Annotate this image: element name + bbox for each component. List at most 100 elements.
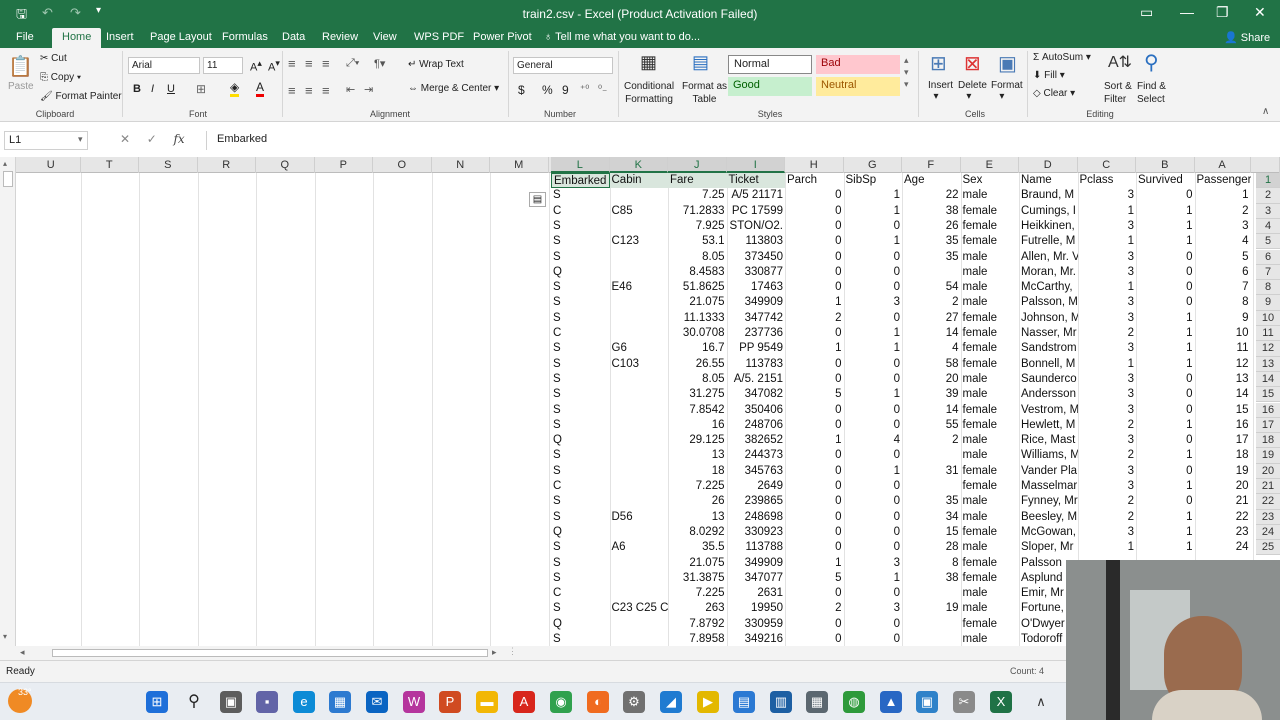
tab-wps-pdf[interactable]: WPS PDF bbox=[414, 31, 464, 43]
table-cell[interactable]: 71.2833 bbox=[668, 204, 727, 219]
table-cell[interactable]: 38 bbox=[902, 571, 961, 586]
table-cell[interactable]: 6 bbox=[1195, 265, 1251, 280]
tab-file[interactable]: File bbox=[16, 31, 34, 43]
table-cell[interactable]: female bbox=[961, 418, 1020, 433]
autosum-button[interactable]: Σ AutoSum ▾ bbox=[1033, 52, 1091, 63]
table-cell[interactable]: D56 bbox=[610, 510, 669, 525]
table-cell[interactable]: 3 bbox=[1078, 341, 1137, 356]
format-painter-button[interactable]: 🖌 Format Painter bbox=[40, 91, 122, 102]
align-middle-icon[interactable]: ≡ bbox=[305, 56, 313, 71]
table-cell[interactable]: female bbox=[961, 234, 1020, 249]
table-cell[interactable]: female bbox=[961, 617, 1020, 632]
row-header[interactable]: 3 bbox=[1256, 203, 1280, 219]
table-cell[interactable]: 113803 bbox=[727, 234, 786, 249]
table-cell[interactable]: 12 bbox=[1195, 357, 1251, 372]
column-header-n[interactable]: N bbox=[432, 157, 490, 173]
header-cell[interactable]: Name bbox=[1019, 173, 1078, 188]
vertical-scroll-thumb[interactable] bbox=[3, 171, 13, 187]
photos-icon[interactable]: ▲ bbox=[880, 691, 902, 713]
table-cell[interactable]: male bbox=[961, 295, 1020, 310]
column-header-b[interactable]: B bbox=[1136, 157, 1195, 173]
table-cell[interactable]: 38 bbox=[902, 204, 961, 219]
table-cell[interactable]: 1 bbox=[1136, 540, 1195, 555]
table-cell[interactable]: Hewlett, M bbox=[1019, 418, 1078, 433]
table-cell[interactable]: 7.8792 bbox=[668, 617, 727, 632]
table-cell[interactable]: 0 bbox=[785, 204, 844, 219]
row-header[interactable]: 5 bbox=[1256, 234, 1280, 250]
table-cell[interactable]: 0 bbox=[844, 265, 903, 280]
scroll-down-icon[interactable]: ▾ bbox=[3, 632, 7, 641]
table-cell[interactable]: 373450 bbox=[727, 250, 786, 265]
column-header-h[interactable]: H bbox=[785, 157, 844, 173]
table-cell[interactable]: 34 bbox=[902, 510, 961, 525]
table-cell[interactable]: 349909 bbox=[727, 556, 786, 571]
table-cell[interactable]: male bbox=[961, 510, 1020, 525]
table-cell[interactable]: C85 bbox=[610, 204, 669, 219]
table-cell[interactable]: 3 bbox=[1078, 219, 1137, 234]
table-cell[interactable]: 14 bbox=[902, 403, 961, 418]
table-cell[interactable]: 113783 bbox=[727, 357, 786, 372]
table-cell[interactable]: 113788 bbox=[727, 540, 786, 555]
table-cell[interactable]: 14 bbox=[902, 326, 961, 341]
row-header[interactable]: 16 bbox=[1256, 402, 1280, 418]
column-header-s[interactable]: S bbox=[139, 157, 198, 173]
column-header-o[interactable]: O bbox=[373, 157, 432, 173]
style-normal[interactable]: Normal bbox=[728, 55, 812, 74]
table-cell[interactable]: 1 bbox=[785, 556, 844, 571]
table-cell[interactable]: male bbox=[961, 188, 1020, 203]
table-cell[interactable]: S bbox=[551, 250, 610, 265]
store-icon[interactable]: ▦ bbox=[329, 691, 351, 713]
table-cell[interactable]: 0 bbox=[785, 234, 844, 249]
header-cell[interactable]: Survived bbox=[1136, 173, 1195, 188]
table-cell[interactable]: Q bbox=[551, 525, 610, 540]
header-cell[interactable]: Sex bbox=[961, 173, 1020, 188]
table-cell[interactable]: Saunderco bbox=[1019, 372, 1078, 387]
column-header-j[interactable]: J bbox=[668, 157, 727, 173]
table-cell[interactable]: 23 bbox=[1195, 525, 1251, 540]
table-cell[interactable]: 3 bbox=[1078, 525, 1137, 540]
table-cell[interactable]: male bbox=[961, 250, 1020, 265]
table-cell[interactable]: 14 bbox=[1195, 387, 1251, 402]
table-cell[interactable]: 2631 bbox=[727, 586, 786, 601]
table-cell[interactable]: 20 bbox=[902, 372, 961, 387]
file-explorer-icon[interactable]: ▬ bbox=[476, 691, 498, 713]
table-cell[interactable]: 0 bbox=[785, 617, 844, 632]
table-cell[interactable]: 3 bbox=[1195, 219, 1251, 234]
table-cell[interactable]: 2649 bbox=[727, 479, 786, 494]
table-cell[interactable]: 31 bbox=[902, 464, 961, 479]
decrease-decimal-icon[interactable]: ⁰₋ bbox=[598, 84, 607, 95]
column-header-d[interactable]: D bbox=[1019, 157, 1078, 173]
table-cell[interactable]: female bbox=[961, 311, 1020, 326]
table-cell[interactable]: 3 bbox=[1078, 265, 1137, 280]
increase-indent-icon[interactable]: ⇥ bbox=[364, 83, 373, 96]
table-cell[interactable]: 0 bbox=[844, 403, 903, 418]
table-cell[interactable]: female bbox=[961, 341, 1020, 356]
table-cell[interactable]: 248698 bbox=[727, 510, 786, 525]
table-cell[interactable]: 0 bbox=[844, 479, 903, 494]
column-header-i[interactable]: I bbox=[726, 157, 785, 173]
row-header[interactable]: 25 bbox=[1256, 540, 1280, 556]
table-cell[interactable]: female bbox=[961, 326, 1020, 341]
table-cell[interactable]: 347077 bbox=[727, 571, 786, 586]
row-header[interactable]: 22 bbox=[1256, 494, 1280, 510]
table-cell[interactable]: 3 bbox=[1078, 372, 1137, 387]
table-cell[interactable]: PP 9549 bbox=[727, 341, 786, 356]
table-cell[interactable]: 0 bbox=[844, 586, 903, 601]
table-cell[interactable]: Heikkinen, bbox=[1019, 219, 1078, 234]
table-cell[interactable]: 347742 bbox=[727, 311, 786, 326]
table-cell[interactable]: female bbox=[961, 479, 1020, 494]
table-cell[interactable]: 0 bbox=[785, 510, 844, 525]
table-cell[interactable]: male bbox=[961, 494, 1020, 509]
row-header[interactable]: 12 bbox=[1256, 341, 1280, 357]
table-cell[interactable]: 1 bbox=[844, 387, 903, 402]
table-cell[interactable]: S bbox=[551, 494, 610, 509]
table-cell[interactable]: 1 bbox=[1078, 540, 1137, 555]
table-cell[interactable]: 0 bbox=[785, 265, 844, 280]
table-cell[interactable]: male bbox=[961, 372, 1020, 387]
notepad-icon[interactable]: ▥ bbox=[770, 691, 792, 713]
table-cell[interactable]: 7 bbox=[1195, 280, 1251, 295]
table-cell[interactable]: 1 bbox=[1136, 204, 1195, 219]
column-header-a[interactable]: A bbox=[1195, 157, 1251, 173]
table-cell[interactable]: S bbox=[551, 632, 610, 646]
header-cell[interactable]: Pclass bbox=[1078, 173, 1137, 188]
